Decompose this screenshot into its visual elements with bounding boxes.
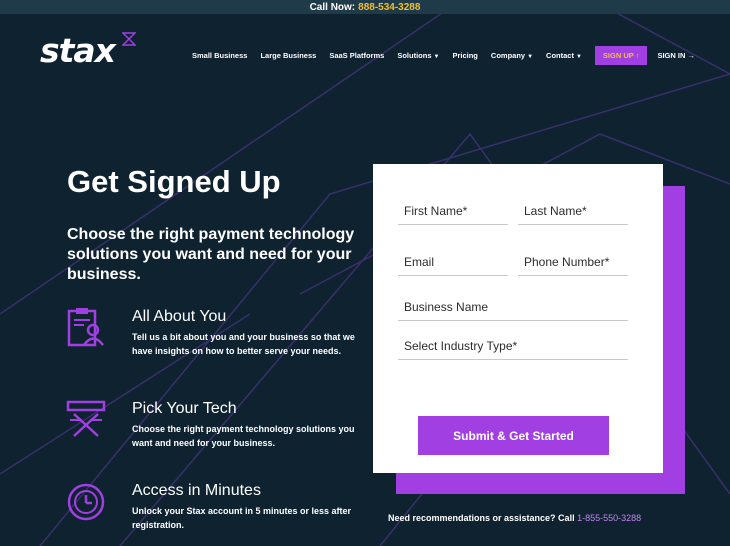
- feature-description: Tell us a bit about you and your busines…: [132, 332, 355, 356]
- first-name-field: [398, 197, 508, 225]
- nav-small-business[interactable]: Small Business: [192, 51, 247, 60]
- feature-description: Choose the right payment technology solu…: [132, 424, 355, 448]
- main-navigation: Small Business Large Business SaaS Platf…: [192, 46, 695, 65]
- tech-stack-icon: [66, 400, 106, 437]
- sign-up-button[interactable]: SIGN UP ↑: [594, 46, 648, 65]
- feature-description: Unlock your Stax account in 5 minutes or…: [132, 506, 352, 530]
- industry-type-field: [398, 332, 628, 360]
- first-name-input[interactable]: [398, 197, 508, 224]
- assistance-phone-link[interactable]: 1-855-550-3288: [577, 513, 641, 523]
- nav-company[interactable]: Company ▼: [491, 51, 533, 60]
- last-name-field: [518, 197, 628, 225]
- call-now-phone-link[interactable]: 888-534-3288: [358, 2, 420, 13]
- call-now-label: Call Now:: [309, 1, 356, 13]
- logo-mark-icon: [122, 32, 136, 46]
- phone-input[interactable]: [518, 248, 628, 275]
- email-input[interactable]: [398, 248, 508, 275]
- clipboard-user-icon: [67, 308, 104, 347]
- caret-down-icon: ▼: [575, 54, 582, 60]
- page-title: Get Signed Up: [67, 164, 281, 199]
- phone-field: [518, 248, 628, 276]
- clock-icon: [67, 483, 105, 521]
- nav-saas-platforms[interactable]: SaaS Platforms: [329, 51, 384, 60]
- nav-solutions[interactable]: Solutions ▼: [397, 51, 439, 60]
- submit-button[interactable]: Submit & Get Started: [418, 416, 609, 455]
- feature-title: All About You: [132, 308, 227, 325]
- nav-contact[interactable]: Contact ▼: [546, 51, 582, 60]
- feature-title: Pick Your Tech: [132, 400, 237, 417]
- signup-form: Submit & Get Started: [373, 164, 663, 473]
- email-field: [398, 248, 508, 276]
- last-name-input[interactable]: [518, 197, 628, 224]
- business-name-input[interactable]: [398, 293, 628, 320]
- nav-large-business[interactable]: Large Business: [260, 51, 316, 60]
- feature-title: Access in Minutes: [132, 482, 261, 499]
- caret-down-icon: ▼: [433, 54, 440, 60]
- business-name-field: [398, 293, 628, 321]
- industry-type-select[interactable]: [398, 332, 628, 359]
- assistance-text: Need recommendations or assistance? Call: [388, 513, 575, 523]
- top-call-bar: Call Now: 888-534-3288: [0, 0, 730, 14]
- sign-in-link[interactable]: SIGN IN →: [657, 51, 695, 60]
- assistance-line: Need recommendations or assistance? Call…: [388, 513, 641, 523]
- stax-logo[interactable]: stax: [40, 32, 140, 74]
- caret-down-icon: ▼: [527, 54, 534, 60]
- nav-pricing[interactable]: Pricing: [452, 51, 477, 60]
- hero-subtitle: Choose the right payment technology solu…: [67, 226, 355, 283]
